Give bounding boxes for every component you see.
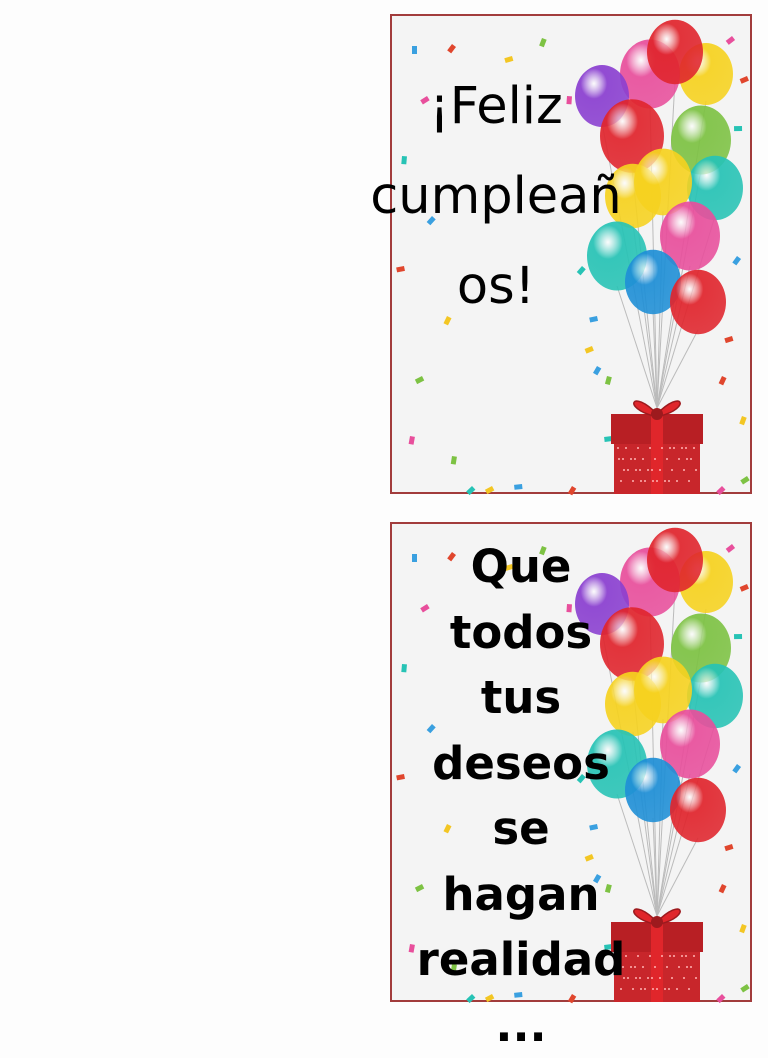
confetti-icon	[409, 436, 415, 445]
confetti-icon	[568, 486, 576, 495]
wish-line: Que	[392, 534, 650, 600]
wish-line: todos	[392, 600, 650, 666]
confetti-icon	[539, 38, 547, 47]
confetti-icon	[740, 584, 749, 592]
greeting-line: ¡Feliz	[366, 62, 626, 152]
confetti-icon	[593, 366, 601, 375]
greeting-line: cumpleañ	[366, 152, 626, 242]
confetti-icon	[719, 376, 727, 385]
confetti-icon	[514, 484, 522, 490]
confetti-icon	[605, 376, 612, 385]
confetti-icon	[726, 36, 735, 45]
confetti-icon	[734, 126, 742, 131]
confetti-icon	[740, 984, 749, 993]
confetti-icon	[585, 346, 594, 354]
confetti-icon	[451, 456, 457, 465]
confetti-icon	[485, 486, 494, 494]
confetti-icon	[447, 44, 456, 53]
confetti-icon	[740, 476, 749, 485]
confetti-icon	[726, 544, 735, 553]
confetti-icon	[724, 844, 733, 851]
confetti-icon	[466, 486, 475, 495]
confetti-icon	[739, 924, 746, 933]
confetti-icon	[734, 634, 742, 639]
wish-message: Que todos tus deseos se hagan realidad .…	[392, 534, 650, 1058]
birthday-card-front: ¡Feliz cumpleañ os!	[390, 14, 752, 494]
birthday-card-inside: Que todos tus deseos se hagan realidad .…	[390, 522, 752, 1002]
confetti-icon	[740, 76, 749, 84]
greeting-line: os!	[366, 242, 626, 332]
confetti-icon	[724, 336, 733, 343]
confetti-icon	[412, 46, 417, 54]
greeting-title: ¡Feliz cumpleañ os!	[366, 62, 626, 332]
wish-line: deseos	[392, 731, 650, 797]
wish-line: se	[392, 796, 650, 862]
wish-line: hagan	[392, 862, 650, 928]
confetti-icon	[719, 884, 727, 893]
wish-line: ...	[392, 993, 650, 1058]
confetti-icon	[716, 994, 725, 1003]
wish-line: realidad	[392, 927, 650, 993]
confetti-icon	[716, 486, 725, 495]
wish-line: tus	[392, 665, 650, 731]
confetti-icon	[732, 256, 741, 265]
confetti-icon	[732, 764, 741, 773]
confetti-icon	[739, 416, 746, 425]
confetti-icon	[415, 376, 424, 384]
